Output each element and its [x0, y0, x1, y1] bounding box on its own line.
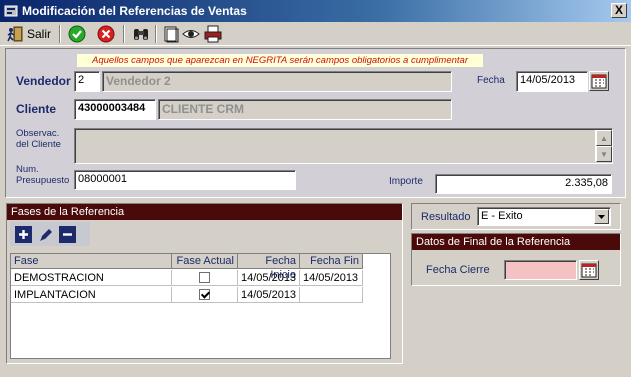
cell-fase: IMPLANTACION [11, 287, 172, 303]
cell-fase-actual [172, 287, 238, 303]
remove-fase-button[interactable] [59, 226, 76, 243]
observ-label-line1: Observac. [16, 128, 60, 139]
toolbar-separator [155, 25, 157, 43]
cancel-icon [97, 25, 115, 43]
fecha-cierre-label: Fecha Cierre [426, 264, 490, 276]
col-header-fecha-fin[interactable]: Fecha Fin [300, 254, 363, 269]
toolbar: Salir [0, 22, 631, 46]
presupuesto-label: Num. Presupuesto [16, 164, 69, 186]
table-row[interactable]: IMPLANTACION 14/05/2013 [11, 287, 363, 304]
salir-label: Salir [27, 27, 52, 41]
fases-header: Fases de la Referencia [7, 204, 402, 220]
vendedor-code-field[interactable]: 2 [74, 71, 100, 92]
observ-scrollbar[interactable]: ▲ ▼ [595, 130, 612, 162]
presupuesto-label-line2: Presupuesto [16, 175, 70, 186]
observ-label-line2: del Cliente [16, 139, 61, 150]
minus-icon [63, 233, 72, 236]
col-header-fase[interactable]: Fase [11, 254, 172, 269]
col-header-fecha-inicio[interactable]: Fecha Inicio [238, 254, 300, 281]
print-button[interactable] [204, 24, 222, 44]
fecha-label: Fecha [477, 75, 505, 86]
resultado-value: E - Exito [481, 210, 523, 222]
check-icon [68, 25, 86, 43]
exit-icon [7, 26, 23, 42]
chevron-down-icon[interactable] [594, 209, 609, 224]
presupuesto-label-line1: Num. [16, 164, 39, 175]
pencil-icon [39, 228, 52, 241]
salir-button[interactable]: Salir [6, 24, 51, 44]
cell-fecha-inicio: 14/05/2013 [238, 287, 300, 303]
edit-fase-button[interactable] [37, 226, 54, 243]
binoculars-icon [134, 29, 148, 40]
fases-grid: Fase Fase Actual Fecha Inicio Fecha Fin … [10, 253, 391, 359]
cell-fecha-fin: 14/05/2013 [300, 270, 363, 286]
col-header-fase-actual[interactable]: Fase Actual [172, 254, 238, 269]
cell-fecha-fin [300, 287, 363, 303]
scroll-up-icon[interactable]: ▲ [596, 130, 612, 146]
close-button[interactable]: X [611, 3, 627, 18]
importe-label: Importe [389, 176, 423, 187]
document-icon [164, 26, 179, 43]
cancel-button[interactable] [97, 24, 115, 44]
plus-icon [19, 230, 28, 239]
vendedor-name-field: Vendedor 2 [102, 71, 452, 92]
fecha-cierre-field[interactable] [504, 260, 577, 280]
cliente-name-field: CLIENTE CRM [158, 99, 452, 120]
resultado-select[interactable]: E - Exito [477, 207, 611, 226]
cell-fase-actual [172, 270, 238, 286]
fecha-field[interactable]: 14/05/2013 [516, 71, 588, 92]
table-row[interactable]: DEMOSTRACION 14/05/2013 14/05/2013 [11, 270, 363, 287]
eye-icon [182, 30, 200, 38]
calendar-icon [591, 74, 607, 89]
cell-fase: DEMOSTRACION [11, 270, 172, 286]
close-icon: X [614, 3, 623, 17]
toolbar-separator [59, 25, 61, 43]
add-fase-button[interactable] [15, 226, 32, 243]
resultado-label: Resultado [421, 211, 471, 223]
printer-icon [204, 25, 222, 43]
observ-label: Observac. del Cliente [16, 128, 61, 150]
search-button[interactable] [132, 24, 150, 44]
fecha-cierre-calendar-button[interactable] [579, 260, 599, 280]
presupuesto-field[interactable]: 08000001 [74, 170, 296, 190]
scroll-down-icon[interactable]: ▼ [596, 146, 612, 162]
document-button[interactable] [163, 24, 179, 44]
vendedor-label: Vendedor [16, 74, 71, 88]
final-header: Datos de Final de la Referencia [412, 234, 620, 250]
importe-field[interactable]: 2.335,08 [435, 174, 612, 194]
cell-fecha-inicio: 14/05/2013 [238, 270, 300, 286]
toolbar-separator [123, 25, 125, 43]
app-icon [4, 5, 18, 17]
accept-button[interactable] [68, 24, 86, 44]
observ-textarea[interactable] [74, 128, 613, 164]
cliente-label: Cliente [16, 102, 57, 116]
cliente-code-field[interactable]: 43000003484 [74, 99, 156, 120]
fecha-calendar-button[interactable] [589, 71, 609, 91]
fase-actual-checkbox[interactable] [199, 272, 210, 283]
fase-actual-checkbox[interactable] [199, 289, 210, 300]
window-title: Modificación del Referencias de Ventas [22, 4, 247, 18]
calendar-icon [581, 263, 597, 278]
title-bar: Modificación del Referencias de Ventas X [0, 0, 631, 22]
required-notice: Aquellos campos que aparezcan en NEGRITA… [77, 54, 483, 67]
view-button[interactable] [182, 24, 200, 44]
